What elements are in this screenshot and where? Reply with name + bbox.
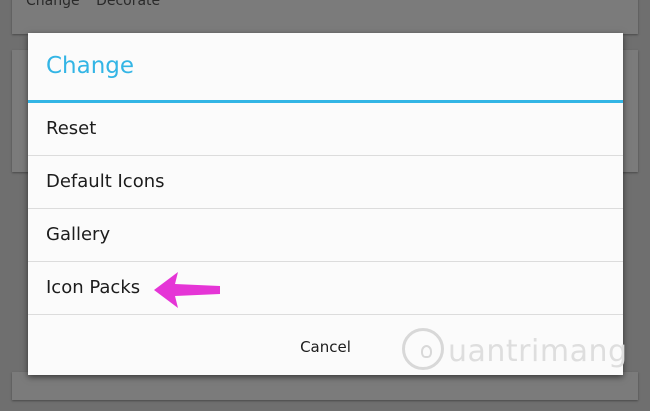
menu-item-label: Reset [46,118,97,139]
background-tab-decorate: Decorate [96,0,161,9]
dialog-title: Change [46,53,135,79]
menu-item-label: Icon Packs [46,277,141,298]
menu-item-label: Gallery [46,224,111,245]
lightbulb-icon [402,328,444,370]
menu-item-gallery[interactable]: Gallery [28,210,623,262]
menu-item-icon-packs[interactable]: Icon Packs [28,263,623,315]
left-arrow-icon [154,272,220,308]
change-dialog: Change Reset Default Icons Gallery Icon … [28,33,623,375]
menu-item-reset[interactable]: Reset [28,104,623,156]
menu-item-label: Default Icons [46,171,165,192]
background-tabs: Change Decorate [26,0,172,9]
menu-item-default-icons[interactable]: Default Icons [28,157,623,209]
background-tab-change: Change [26,0,80,9]
watermark-text: uantrimang [448,334,628,369]
watermark: uantrimang [402,326,634,378]
title-divider [28,100,623,103]
